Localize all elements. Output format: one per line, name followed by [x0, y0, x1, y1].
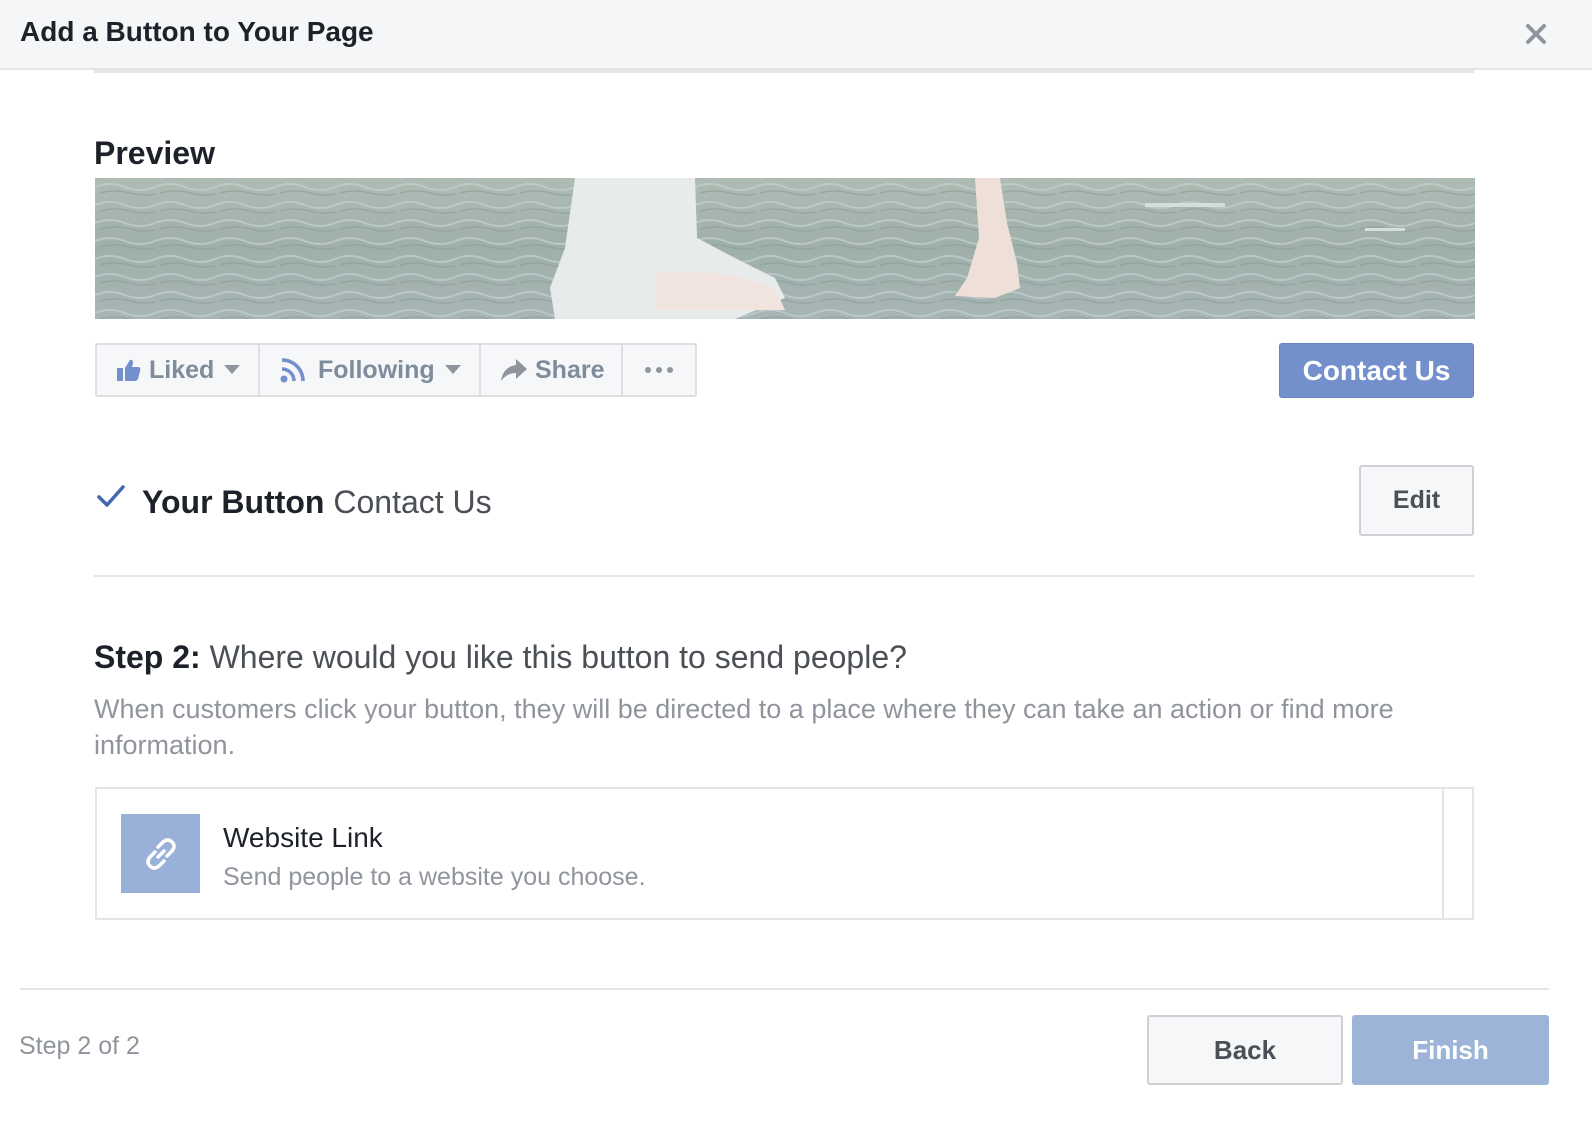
close-button[interactable]: [1520, 18, 1552, 50]
top-divider: [94, 70, 1474, 73]
option-title: Website Link: [223, 822, 383, 853]
preview-heading: Preview: [94, 135, 215, 171]
close-icon: [1526, 24, 1546, 44]
edit-button[interactable]: Edit: [1359, 465, 1474, 536]
chevron-down-icon: [224, 365, 241, 374]
following-label: Following: [318, 355, 435, 384]
your-button-summary: Your Button Contact Us: [142, 482, 492, 522]
dialog-header: Add a Button to Your Page: [0, 0, 1592, 70]
checkmark-icon: [97, 485, 125, 507]
contact-us-preview-button[interactable]: Contact Us: [1279, 343, 1474, 398]
chevron-down-icon: [444, 365, 461, 374]
back-button[interactable]: Back: [1147, 1015, 1343, 1085]
section-divider: [94, 575, 1474, 577]
website-link-option[interactable]: Website Link Send people to a website yo…: [95, 787, 1474, 920]
share-label: Share: [535, 355, 605, 384]
thumbs-up-icon: [117, 359, 141, 381]
share-button[interactable]: Share: [481, 345, 623, 395]
your-button-value: Contact Us: [333, 484, 492, 520]
option-list-scrollbar[interactable]: [1442, 789, 1472, 918]
step-count: Step 2 of 2: [19, 1032, 140, 1060]
step-description: When customers click your button, they w…: [94, 694, 1394, 760]
page-action-bar: Liked Following Share: [95, 343, 697, 397]
step-heading: Step 2: Where would you like this button…: [94, 637, 907, 677]
following-button[interactable]: Following: [260, 345, 481, 395]
footer-divider: [20, 988, 1549, 990]
dialog-title: Add a Button to Your Page: [20, 16, 374, 47]
more-dots-icon: [645, 367, 673, 373]
step-question: Where would you like this button to send…: [209, 639, 907, 675]
cover-photo: [95, 178, 1475, 319]
option-subtitle: Send people to a website you choose.: [223, 863, 646, 891]
link-icon: [145, 837, 176, 870]
more-options-button[interactable]: [623, 345, 695, 395]
your-button-label: Your Button: [142, 484, 325, 520]
share-arrow-icon: [501, 359, 527, 381]
link-icon-tile: [121, 814, 200, 893]
liked-button[interactable]: Liked: [97, 345, 260, 395]
finish-button[interactable]: Finish: [1352, 1015, 1549, 1085]
step-label: Step 2:: [94, 639, 201, 675]
rss-icon: [280, 358, 305, 383]
liked-label: Liked: [149, 355, 215, 384]
